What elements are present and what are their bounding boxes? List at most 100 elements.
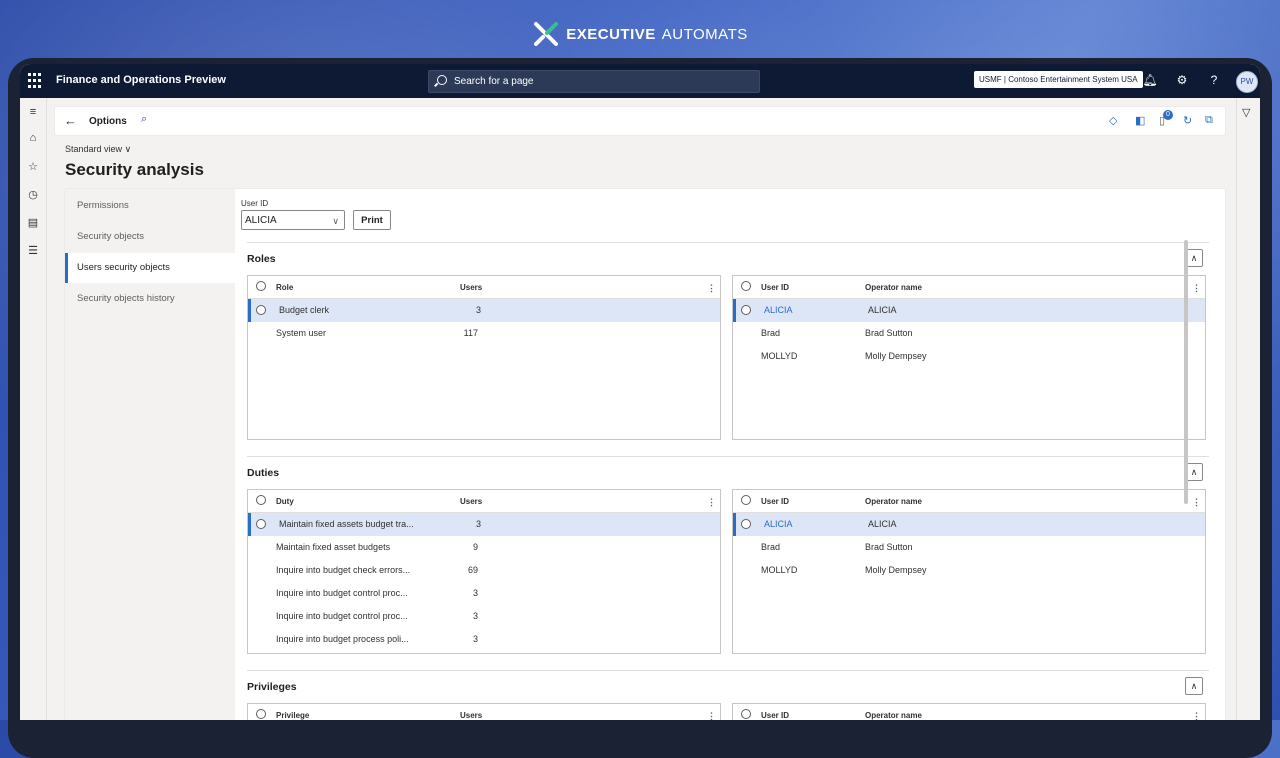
app-title[interactable]: Finance and Operations Preview — [56, 74, 226, 86]
company-picker[interactable]: USMF | Contoso Entertainment System USA — [974, 71, 1143, 88]
user-id-dropdown[interactable]: ALICIA ∨ — [241, 210, 345, 230]
privileges-users-grid-header: User ID Operator name ⋮ — [733, 704, 1205, 720]
more-options-icon[interactable]: ⋮ — [707, 711, 716, 720]
column-header-privilege[interactable]: Privilege — [276, 711, 309, 720]
top-navigation-bar: Finance and Operations Preview Search fo… — [20, 64, 1260, 98]
search-box[interactable]: Search for a page — [428, 70, 760, 93]
brand-light: AUTOMATS — [661, 25, 748, 43]
operator-name: Brad Sutton — [865, 328, 913, 338]
select-all-radio[interactable] — [256, 495, 266, 505]
table-row[interactable]: Maintain fixed assets budget tra... 3 — [248, 513, 720, 536]
table-row[interactable]: MOLLYD Molly Dempsey — [733, 559, 1205, 582]
user-id: Brad — [761, 542, 781, 552]
select-all-radio[interactable] — [741, 281, 751, 291]
duty-name: Inquire into budget process poli... — [276, 634, 409, 644]
back-arrow-icon[interactable]: ← — [64, 113, 77, 128]
column-header-role[interactable]: Role — [276, 283, 293, 292]
print-button[interactable]: Print — [353, 210, 391, 230]
vtab-security-objects[interactable]: Security objects — [65, 222, 235, 252]
table-row[interactable]: Maintain fixed asset budgets 9 — [248, 536, 720, 559]
column-header-user-id[interactable]: User ID — [761, 497, 789, 506]
role-users: 3 — [475, 305, 481, 315]
gear-icon[interactable]: ⚙ — [1174, 73, 1190, 87]
view-selector[interactable]: Standard view ∨ — [65, 144, 131, 155]
attachments-icon[interactable]: ▯ 0 — [1159, 110, 1173, 127]
column-header-operator-name[interactable]: Operator name — [865, 283, 922, 292]
table-row[interactable]: ALICIA ALICIA — [733, 299, 1205, 322]
bell-icon[interactable]: 🔔︎ — [1142, 73, 1158, 87]
page-scrollbar[interactable] — [1184, 240, 1188, 504]
more-options-icon[interactable]: ⋮ — [1192, 711, 1201, 720]
more-options-icon[interactable]: ⋮ — [1192, 283, 1201, 294]
table-row[interactable]: Inquire into budget control proc... 3 — [248, 605, 720, 628]
table-row[interactable]: Brad Brad Sutton — [733, 536, 1205, 559]
user-id-link[interactable]: ALICIA — [764, 305, 793, 315]
column-header-users[interactable]: Users — [460, 283, 482, 292]
options-tab[interactable]: Options — [89, 116, 127, 127]
column-header-user-id[interactable]: User ID — [761, 711, 789, 720]
hamburger-icon[interactable]: ≡ — [26, 106, 40, 118]
row-radio[interactable] — [741, 305, 751, 315]
duties-title: Duties — [247, 467, 280, 479]
app-window: Finance and Operations Preview Search fo… — [20, 64, 1260, 720]
column-header-operator-name[interactable]: Operator name — [865, 711, 922, 720]
more-options-icon[interactable]: ⋮ — [707, 283, 716, 294]
recent-clock-icon[interactable]: ◷ — [26, 188, 40, 201]
action-pane: ← Options ⌕ ◇ ◧ ▯ 0 ↻ ⧉ — [54, 106, 1226, 136]
row-radio[interactable] — [741, 519, 751, 529]
column-header-users[interactable]: Users — [460, 497, 482, 506]
main-panel: User ID ALICIA ∨ Print Roles ∧ Role User… — [235, 189, 1225, 720]
power-apps-icon[interactable]: ◇ — [1109, 114, 1117, 127]
brand-logo-icon — [534, 22, 559, 46]
workspaces-icon[interactable]: ▤ — [26, 216, 40, 229]
duties-users-grid-header: User ID Operator name ⋮ — [733, 490, 1205, 513]
table-row[interactable]: Budget clerk 3 — [248, 299, 720, 322]
duty-users: 3 — [475, 519, 481, 529]
vtab-permissions[interactable]: Permissions — [65, 191, 235, 221]
select-all-radio[interactable] — [256, 709, 266, 719]
open-new-window-icon[interactable]: ⧉ — [1205, 114, 1213, 127]
role-name: Budget clerk — [279, 305, 330, 315]
table-row[interactable]: MOLLYD Molly Dempsey — [733, 345, 1205, 368]
column-header-duty[interactable]: Duty — [276, 497, 294, 506]
column-header-user-id[interactable]: User ID — [761, 283, 789, 292]
content-card: Permissions Security objects Users secur… — [64, 188, 1226, 720]
more-options-icon[interactable]: ⋮ — [707, 497, 716, 508]
vtab-users-security-objects[interactable]: Users security objects — [65, 253, 235, 283]
brand-bold: EXECUTIVE — [566, 25, 656, 43]
filter-icon[interactable]: ▽ — [1242, 106, 1250, 119]
user-id: Brad — [761, 328, 781, 338]
select-all-radio[interactable] — [256, 281, 266, 291]
user-id-link[interactable]: ALICIA — [764, 519, 793, 529]
column-header-users[interactable]: Users — [460, 711, 482, 720]
roles-users-grid-header: User ID Operator name ⋮ — [733, 276, 1205, 299]
table-row[interactable]: Inquire into budget process poli... 3 — [248, 628, 720, 651]
collapse-privileges-button[interactable]: ∧ — [1185, 677, 1203, 695]
roles-grid: Role Users ⋮ Budget clerk 3 System user … — [247, 275, 721, 440]
action-search-icon[interactable]: ⌕ — [141, 113, 147, 126]
row-radio[interactable] — [256, 519, 266, 529]
avatar[interactable]: PW — [1236, 71, 1258, 93]
vtab-security-objects-history[interactable]: Security objects history — [65, 284, 235, 314]
select-all-radio[interactable] — [741, 495, 751, 505]
duty-users: 3 — [472, 611, 478, 621]
table-row[interactable]: ALICIA ALICIA — [733, 513, 1205, 536]
home-icon[interactable]: ⌂ — [26, 132, 40, 144]
chevron-down-icon: ∨ — [332, 216, 339, 226]
favorites-star-icon[interactable]: ☆ — [26, 160, 40, 173]
app-launcher-icon[interactable] — [28, 73, 44, 89]
table-row[interactable]: Brad Brad Sutton — [733, 322, 1205, 345]
help-icon[interactable]: ? — [1206, 73, 1222, 87]
table-row[interactable]: Inquire into budget check errors... 69 — [248, 559, 720, 582]
table-row[interactable]: System user 117 — [248, 322, 720, 345]
refresh-icon[interactable]: ↻ — [1183, 114, 1192, 127]
row-radio[interactable] — [256, 305, 266, 315]
modules-list-icon[interactable]: ☰ — [26, 244, 40, 257]
more-options-icon[interactable]: ⋮ — [1192, 497, 1201, 508]
select-all-radio[interactable] — [741, 709, 751, 719]
table-row[interactable]: Inquire into budget control proc... 3 — [248, 582, 720, 605]
office-icon[interactable]: ◧ — [1135, 114, 1145, 127]
column-header-operator-name[interactable]: Operator name — [865, 497, 922, 506]
duty-name: Maintain fixed assets budget tra... — [279, 519, 414, 529]
search-placeholder: Search for a page — [454, 76, 534, 87]
